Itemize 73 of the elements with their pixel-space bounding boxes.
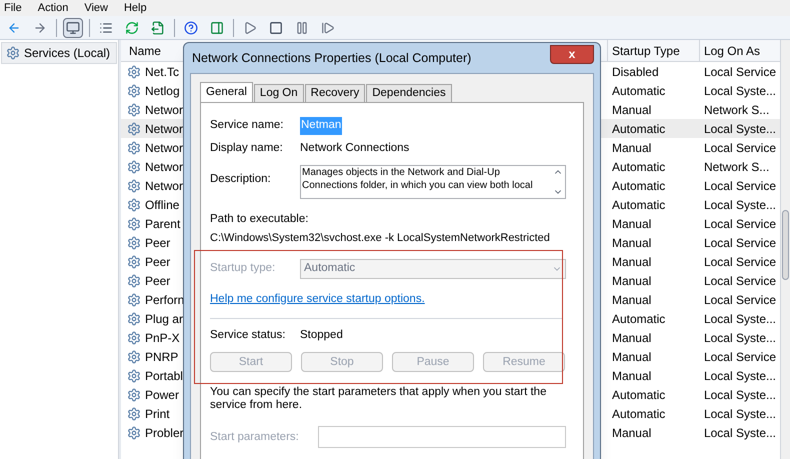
- table-cell-text: Local Syste...: [702, 310, 777, 328]
- table-cell-text: Network S...: [702, 158, 770, 176]
- table-cell-text: Networ: [144, 178, 183, 194]
- table-cell-text: Local Service: [702, 140, 777, 156]
- table-cell-text: Disabled: [610, 64, 660, 80]
- table-cell-text: Portabl: [144, 368, 183, 384]
- table-cell-text: Networ: [144, 102, 183, 118]
- table-cell-text: Local Service: [702, 254, 777, 270]
- field-label: Display name:: [210, 141, 284, 156]
- table-cell-text: Automatic: [610, 120, 666, 138]
- table-cell-text: Network S...: [702, 102, 770, 118]
- table-cell-text: Automatic: [610, 406, 666, 422]
- table-cell-text: Manual: [610, 234, 652, 252]
- table-cell-text: Local Syste...: [702, 120, 777, 138]
- table-cell-text: Net.Tc: [144, 64, 179, 80]
- table-cell-text: Local Syste...: [702, 406, 777, 422]
- table-cell-text: Offline: [144, 196, 180, 214]
- table-cell-text: Perforn: [144, 292, 184, 308]
- table-cell-text: Manual: [610, 424, 652, 442]
- table-cell-text: Manual: [610, 292, 652, 308]
- table-cell-text: Manual: [610, 368, 652, 384]
- table-cell-text: Manual: [610, 216, 652, 232]
- service-name-value: Netman: [300, 117, 342, 135]
- table-cell-text: Automatic: [610, 82, 666, 100]
- dialog-title: Network Connections Properties (Local Computer): [191, 50, 472, 67]
- table-cell-text: Networ: [144, 120, 183, 138]
- table-cell-text: Manual: [610, 254, 652, 270]
- table-cell-text: Local Syste...: [702, 368, 777, 384]
- table-cell-text: Manual: [610, 348, 652, 366]
- start-parameters-note: You can specify the start parameters that apply when you start the service from here.: [210, 386, 548, 412]
- table-cell-text: PNRP: [144, 348, 178, 366]
- field-label: Path to executable:: [210, 212, 310, 227]
- table-cell-text: Local Syste...: [702, 386, 777, 404]
- path-value: C:\Windows\System32\svchost.exe -k LocalSystemNetworkRestricted: [210, 231, 551, 246]
- table-cell-text: Parent: [144, 216, 180, 232]
- table-cell-text: Netlog: [144, 82, 180, 100]
- table-cell-text: Peer: [144, 272, 170, 290]
- table-cell-text: Local Service: [702, 216, 777, 232]
- table-cell-text: Print: [144, 406, 170, 422]
- table-cell-text: Local Service: [702, 348, 777, 366]
- table-cell-text: PnP-X: [144, 330, 180, 346]
- table-cell-text: Manual: [610, 140, 652, 156]
- field-label: Service name:: [210, 118, 285, 134]
- table-cell-text: Manual: [610, 330, 652, 346]
- table-cell-text: Manual: [610, 102, 652, 118]
- table-cell-text: Plug ar: [144, 310, 183, 328]
- table-cell-text: Local Syste...: [702, 82, 777, 100]
- table-cell-text: Manual: [610, 272, 652, 290]
- table-cell-text: Peer: [144, 254, 170, 270]
- table-cell-text: Local Service: [702, 178, 777, 194]
- table-cell-text: Local Syste...: [702, 196, 777, 214]
- table-cell-text: Automatic: [610, 386, 666, 404]
- table-cell-text: Automatic: [610, 310, 666, 328]
- table-cell-text: Local Service: [702, 64, 777, 80]
- table-cell-text: Networ: [144, 140, 183, 156]
- table-cell-text: Peer: [144, 234, 170, 252]
- table-cell-text: Local Syste...: [702, 330, 777, 346]
- table-cell-text: Automatic: [610, 178, 666, 194]
- table-cell-text: Automatic: [610, 158, 666, 176]
- table-cell-text: Local Service: [702, 272, 777, 290]
- table-cell-text: Local Service: [702, 292, 777, 308]
- field-value: Network Connections: [300, 141, 410, 156]
- field-label: Service status:: [210, 328, 286, 343]
- service-status-value: Stopped: [300, 328, 343, 343]
- table-cell-text: Local Service: [702, 234, 777, 252]
- table-cell-text: Probler: [144, 424, 184, 442]
- table-cell-text: Networ: [144, 158, 183, 176]
- field-label: Startup type:: [210, 261, 276, 276]
- field-label: Start parameters:: [210, 430, 300, 445]
- table-cell-text: Power: [144, 386, 179, 404]
- field-label: Description:: [210, 172, 272, 187]
- table-cell-text: Local Syste...: [702, 424, 777, 442]
- table-cell-text: Automatic: [610, 196, 666, 214]
